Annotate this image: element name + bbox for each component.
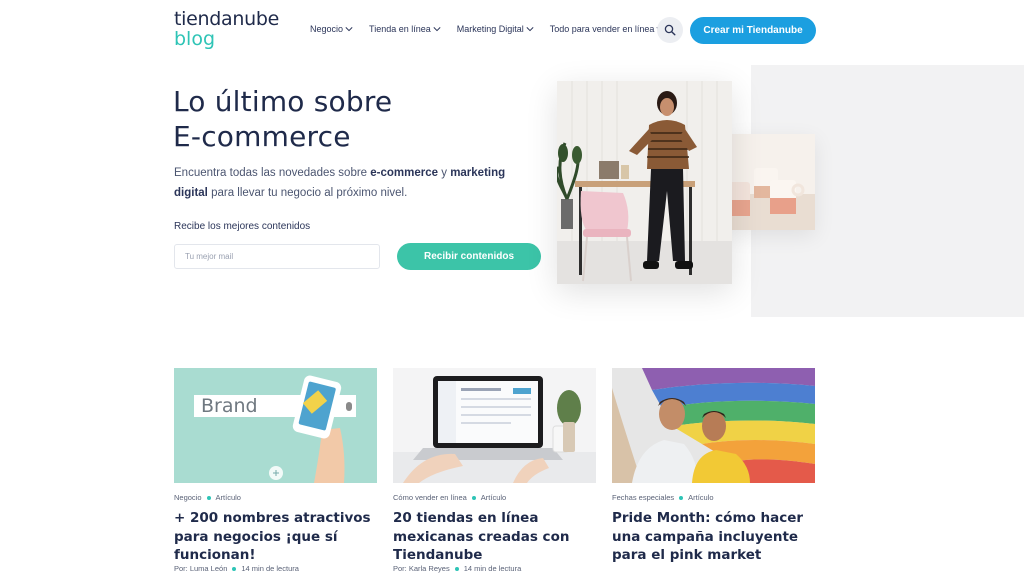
logo-wordmark: tiendanube [174,8,279,30]
logo-blog-label: blog [174,28,216,50]
article-read-time: 14 min de lectura [241,564,299,573]
article-byline: Por: Karla Reyes 14 min de lectura [393,564,521,573]
nav-item-todo-para-vender[interactable]: Todo para vender en línea [550,24,665,34]
subscribe-button[interactable]: Recibir contenidos [397,243,541,270]
search-button[interactable] [657,17,683,43]
hero-cups-photo [724,134,815,230]
hero-woman-photo [557,81,732,284]
page-title: Lo último sobre E-commerce [173,84,433,154]
hero-subtitle-text: Encuentra todas las novedades sobre [174,167,371,179]
separator-dot [454,566,459,571]
nav-item-tienda-en-linea[interactable]: Tienda en línea [369,24,441,34]
site-logo[interactable]: tiendanube blog [174,10,279,49]
article-thumbnail[interactable] [393,368,596,483]
separator-dot [206,495,211,500]
nav-item-label: Negocio [310,24,344,34]
article-meta: Negocio Artículo [174,493,377,502]
search-icon [664,24,676,36]
chevron-down-icon [345,27,353,32]
chevron-down-icon [526,27,534,32]
thumbnail-brand-text: Brand [201,395,258,417]
hero-subtitle-text: y [438,167,451,179]
article-card[interactable]: Brand Negocio Artículo + 200 nombres atr… [174,368,377,573]
article-title[interactable]: + 200 nombres atractivos para negocios ¡… [174,509,377,565]
article-category[interactable]: Fechas especiales [612,493,674,502]
article-type: Artículo [480,493,507,502]
article-title[interactable]: 20 tiendas en línea mexicanas creadas co… [393,509,596,565]
hero-subtitle: Encuentra todas las novedades sobre e-co… [174,163,534,203]
article-title[interactable]: Pride Month: cómo hacer una campaña incl… [612,509,815,565]
article-thumbnail[interactable] [612,368,815,483]
article-author: Por: Karla Reyes [393,564,450,573]
article-card[interactable]: Fechas especiales Artículo Pride Month: … [612,368,815,565]
email-input[interactable] [174,244,380,269]
article-byline: Por: Luma León 14 min de lectura [174,564,299,573]
separator-dot [471,495,476,500]
hero-subtitle-bold: e-commerce [370,167,439,179]
article-type: Artículo [215,493,241,502]
nav-item-negocio[interactable]: Negocio [310,24,353,34]
page-title-line2: E-commerce [173,120,351,153]
main-nav: Negocio Tienda en línea Marketing Digita… [310,24,680,34]
separator-dot [232,566,237,571]
newsletter-label: Recibe los mejores contenidos [174,221,311,232]
page-title-line1: Lo último sobre [173,85,393,118]
article-meta: Fechas especiales Artículo [612,493,815,502]
article-category[interactable]: Negocio [174,493,202,502]
separator-dot [679,495,684,500]
nav-item-label: Tienda en línea [369,24,431,34]
article-thumbnail[interactable]: Brand [174,368,377,483]
create-store-button[interactable]: Crear mi Tiendanube [690,17,816,44]
nav-item-marketing-digital[interactable]: Marketing Digital [457,24,534,34]
nav-item-label: Marketing Digital [456,24,524,34]
hero-subtitle-text: para llevar tu negocio al próximo nivel. [207,187,408,199]
article-type: Artículo [688,493,714,502]
article-read-time: 14 min de lectura [463,564,522,573]
chevron-down-icon [433,27,441,32]
article-card[interactable]: Cómo vender en línea Artículo 20 tiendas… [393,368,596,573]
article-meta: Cómo vender en línea Artículo [393,493,596,502]
article-author: Por: Luma León [174,564,228,573]
nav-item-label: Todo para vender en línea [549,24,655,34]
article-category[interactable]: Cómo vender en línea [393,493,467,502]
